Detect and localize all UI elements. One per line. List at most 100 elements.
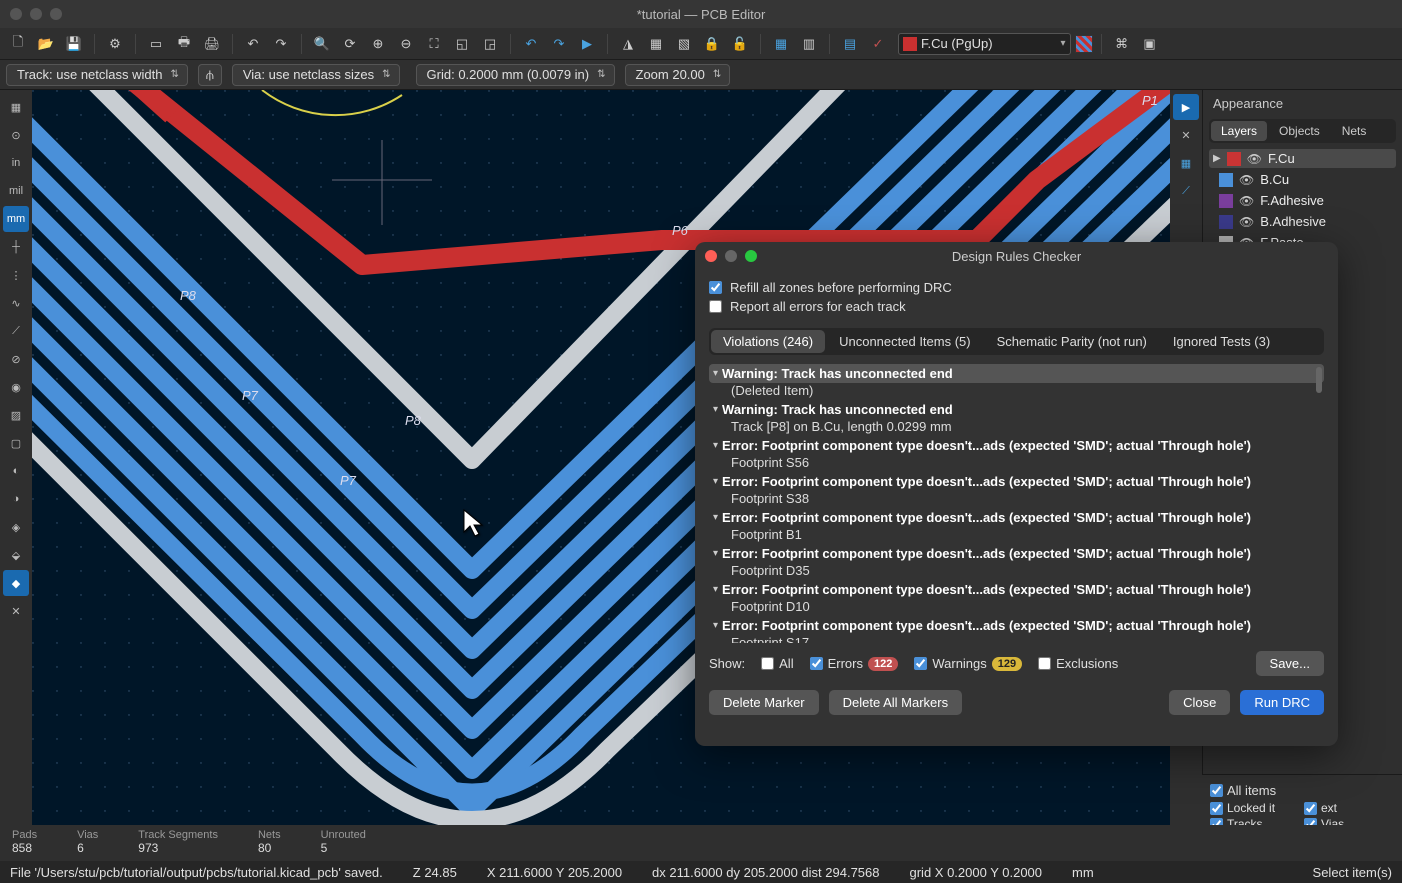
polar-coord-icon[interactable]: ⊙ bbox=[3, 122, 29, 148]
drc-icon[interactable]: ✓ bbox=[866, 32, 890, 56]
disclosure-triangle-icon[interactable]: ▾ bbox=[713, 620, 718, 631]
ratsnest-curved-icon[interactable]: ∿ bbox=[3, 290, 29, 316]
footprint-editor-icon[interactable]: ▦ bbox=[769, 32, 793, 56]
maximize-window-icon[interactable] bbox=[50, 8, 62, 20]
find-icon[interactable]: 🔍 bbox=[310, 32, 334, 56]
zone-display-icon[interactable]: ▨ bbox=[3, 402, 29, 428]
units-mm-icon[interactable]: mm bbox=[3, 206, 29, 232]
grid-selector[interactable]: Grid: 0.2000 mm (0.0079 in)⇅ bbox=[416, 64, 615, 86]
high-contrast-icon[interactable]: ⬙ bbox=[3, 542, 29, 568]
unlock-icon[interactable]: 🔓 bbox=[728, 32, 752, 56]
drc-tab[interactable]: Ignored Tests (3) bbox=[1161, 330, 1282, 353]
drc-close-icon[interactable] bbox=[705, 250, 717, 262]
tab-nets[interactable]: Nets bbox=[1332, 121, 1377, 141]
route-diff-icon[interactable]: ⟋ bbox=[1173, 178, 1199, 204]
disclosure-triangle-icon[interactable]: ▾ bbox=[713, 512, 718, 523]
layer-color-swatch[interactable] bbox=[1219, 215, 1233, 229]
layer-row-F.Cu[interactable]: ▶ 👁 F.Cu bbox=[1209, 149, 1396, 168]
drc-violation-item[interactable]: ▾ Warning: Track has unconnected end (De… bbox=[709, 363, 1324, 399]
disclosure-triangle-icon[interactable]: ▾ bbox=[713, 368, 718, 379]
flip-icon[interactable]: ▶ bbox=[575, 32, 599, 56]
via-display-icon[interactable]: ⊘ bbox=[3, 346, 29, 372]
visibility-icon[interactable]: 👁 bbox=[1239, 194, 1254, 208]
visibility-icon[interactable]: 👁 bbox=[1239, 173, 1254, 187]
via-size-selector[interactable]: Via: use netclass sizes⇅ bbox=[232, 64, 400, 86]
filter-all-checkbox[interactable] bbox=[1210, 784, 1223, 797]
drc-report-all-option[interactable]: Report all errors for each track bbox=[709, 299, 1324, 314]
drc-violation-item[interactable]: ▾ Error: Footprint component type doesn'… bbox=[709, 615, 1324, 643]
console-icon[interactable]: ▣ bbox=[1138, 32, 1162, 56]
disclosure-triangle-icon[interactable]: ▾ bbox=[713, 548, 718, 559]
disclosure-triangle-icon[interactable]: ▾ bbox=[713, 440, 718, 451]
contrast-mode-icon[interactable]: ◈ bbox=[3, 514, 29, 540]
open-file-icon[interactable]: 📂 bbox=[34, 32, 58, 56]
drc-run-button[interactable]: Run DRC bbox=[1240, 690, 1324, 715]
print-icon[interactable]: 🖶 bbox=[172, 32, 196, 56]
drc-show-warnings[interactable]: Warnings 129 bbox=[914, 656, 1022, 671]
net-inspector-icon[interactable]: ▤ bbox=[838, 32, 862, 56]
cursor-shape-icon[interactable]: ┼ bbox=[3, 234, 29, 260]
drc-violation-item[interactable]: ▾ Error: Footprint component type doesn'… bbox=[709, 543, 1324, 579]
drc-violation-item[interactable]: ▾ Error: Footprint component type doesn'… bbox=[709, 471, 1324, 507]
filter-ext[interactable]: ext bbox=[1304, 801, 1394, 815]
units-inches-icon[interactable]: in bbox=[3, 150, 29, 176]
footprint-browser-icon[interactable]: ▥ bbox=[797, 32, 821, 56]
units-mils-icon[interactable]: mil bbox=[3, 178, 29, 204]
board-setup-icon[interactable]: ⚙ bbox=[103, 32, 127, 56]
drc-tab[interactable]: Schematic Parity (not run) bbox=[985, 330, 1159, 353]
zone-outline-icon[interactable]: ▢ bbox=[3, 430, 29, 456]
tab-objects[interactable]: Objects bbox=[1269, 121, 1330, 141]
layer-color-swatch[interactable] bbox=[1219, 194, 1233, 208]
plot-icon[interactable]: 🖨 bbox=[200, 32, 224, 56]
drc-violation-item[interactable]: ▾ Error: Footprint component type doesn'… bbox=[709, 435, 1324, 471]
ratsnest-visible-icon[interactable]: ⋮ bbox=[3, 262, 29, 288]
layer-manager-icon[interactable]: ◆ bbox=[3, 570, 29, 596]
track-width-selector[interactable]: Track: use netclass width⇅ bbox=[6, 64, 188, 86]
redo-icon[interactable]: ↷ bbox=[269, 32, 293, 56]
new-file-icon[interactable]: 🗋 bbox=[6, 32, 30, 56]
tab-layers[interactable]: Layers bbox=[1211, 121, 1267, 141]
zoom-selection-icon[interactable]: ◲ bbox=[478, 32, 502, 56]
zoom-region-icon[interactable]: ◱ bbox=[450, 32, 474, 56]
rotate-cw-icon[interactable]: ↷ bbox=[547, 32, 571, 56]
minimize-window-icon[interactable] bbox=[30, 8, 42, 20]
save-file-icon[interactable]: 💾 bbox=[62, 32, 86, 56]
lock-icon[interactable]: 🔒 bbox=[700, 32, 724, 56]
layer-row-F.Adhesive[interactable]: 👁 F.Adhesive bbox=[1209, 191, 1396, 210]
track-display-icon[interactable]: ⟋ bbox=[3, 318, 29, 344]
layer-color-swatch[interactable] bbox=[1219, 173, 1233, 187]
refresh-icon[interactable]: ⟳ bbox=[338, 32, 362, 56]
zoom-in-icon[interactable]: ⊕ bbox=[366, 32, 390, 56]
show-grid-icon[interactable]: ▦ bbox=[3, 94, 29, 120]
scripting-icon[interactable]: ⌘ bbox=[1110, 32, 1134, 56]
disclosure-triangle-icon[interactable]: ▾ bbox=[713, 404, 718, 415]
select-tool-icon[interactable]: ▶ bbox=[1173, 94, 1199, 120]
zoom-selector[interactable]: Zoom 20.00⇅ bbox=[625, 64, 731, 86]
drc-save-button[interactable]: Save... bbox=[1256, 651, 1324, 676]
zoom-out-icon[interactable]: ⊖ bbox=[394, 32, 418, 56]
highlight-net-icon[interactable]: ✕ bbox=[1173, 122, 1199, 148]
page-settings-icon[interactable]: ▭ bbox=[144, 32, 168, 56]
drc-delete-all-button[interactable]: Delete All Markers bbox=[829, 690, 962, 715]
drc-violation-list[interactable]: ▾ Warning: Track has unconnected end (De… bbox=[709, 363, 1324, 643]
drc-delete-marker-button[interactable]: Delete Marker bbox=[709, 690, 819, 715]
drc-show-errors[interactable]: Errors 122 bbox=[810, 656, 899, 671]
drc-refill-option[interactable]: Refill all zones before performing DRC bbox=[709, 280, 1324, 295]
filter-locked-it[interactable]: Locked it bbox=[1210, 801, 1300, 815]
undo-icon[interactable]: ↶ bbox=[241, 32, 265, 56]
drc-close-button[interactable]: Close bbox=[1169, 690, 1230, 715]
visibility-icon[interactable]: 👁 bbox=[1239, 215, 1254, 229]
layer-color-swatch[interactable] bbox=[1227, 152, 1241, 166]
drc-tab[interactable]: Violations (246) bbox=[711, 330, 825, 353]
drc-violation-item[interactable]: ▾ Error: Footprint component type doesn'… bbox=[709, 579, 1324, 615]
route-track-icon[interactable]: ▦ bbox=[1173, 150, 1199, 176]
drc-tab[interactable]: Unconnected Items (5) bbox=[827, 330, 983, 353]
layer-row-B.Cu[interactable]: 👁 B.Cu bbox=[1209, 170, 1396, 189]
pad-number-icon[interactable]: ◐ bbox=[3, 458, 29, 484]
group-icon[interactable]: ▦ bbox=[644, 32, 668, 56]
drc-violation-item[interactable]: ▾ Warning: Track has unconnected end Tra… bbox=[709, 399, 1324, 435]
drc-show-all[interactable]: All bbox=[761, 656, 793, 671]
settings-tools-icon[interactable]: ✕ bbox=[3, 598, 29, 624]
drc-violation-item[interactable]: ▾ Error: Footprint component type doesn'… bbox=[709, 507, 1324, 543]
scrollbar-thumb[interactable] bbox=[1316, 367, 1322, 393]
